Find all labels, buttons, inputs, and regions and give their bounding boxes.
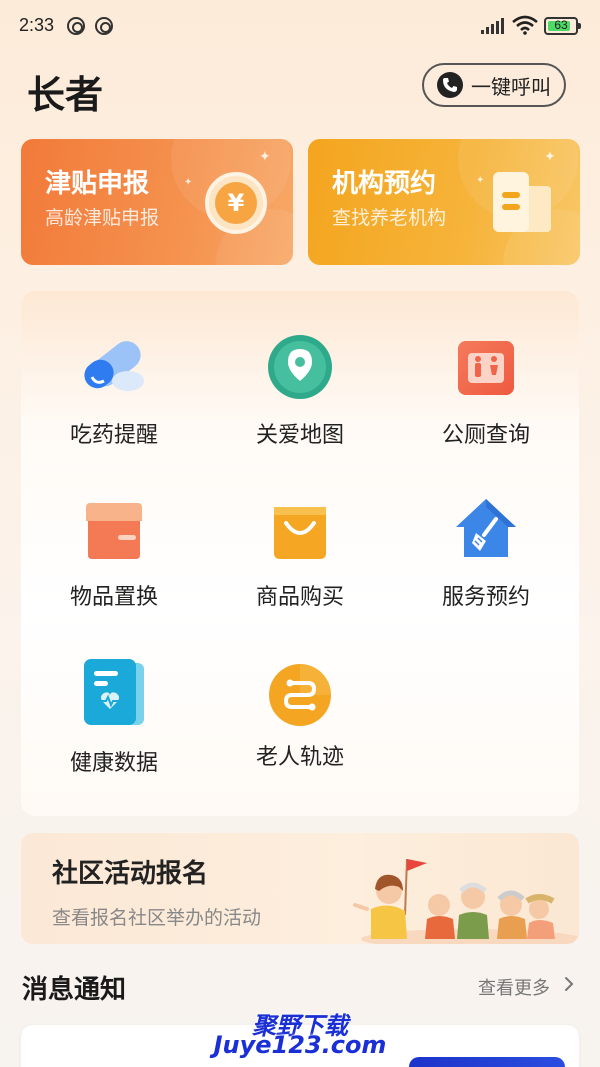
view-more-link[interactable]: 查看更多 [478, 974, 550, 1000]
battery-level: 63 [554, 18, 568, 32]
sparkle-icon: ✦ [259, 149, 271, 165]
service-label: 关爱地图 [255, 423, 344, 448]
sparkle-icon: ✦ [184, 177, 193, 188]
page-title: 长者 [27, 73, 104, 117]
sparkle-icon: ✦ [544, 149, 556, 165]
coin-icon: ¥ [205, 172, 267, 234]
route-icon [269, 664, 331, 726]
service-label: 老人轨迹 [255, 745, 344, 770]
call-button-label: 一键呼叫 [471, 74, 551, 99]
service-label: 健康数据 [69, 751, 158, 776]
box-icon [86, 503, 142, 559]
chevron-right-icon[interactable] [564, 976, 574, 992]
watermark-url: Juye123.com [213, 1031, 387, 1059]
institution-booking-card[interactable]: ✦ ✦ 机构预约 查找养老机构 [308, 139, 580, 265]
house-broom-icon [456, 499, 516, 557]
sparkle-icon: ✦ [476, 175, 485, 186]
service-grid: 吃药提醒 关爱地图 公厕查询 物品置换 商品购买 服务预约 健康数据 老人轨迹 [21, 291, 579, 816]
signal-icon [481, 18, 505, 34]
service-label: 物品置换 [69, 585, 158, 610]
subsidy-application-card[interactable]: ✦ ✦ 津贴申报 高龄津贴申报 ¥ [21, 139, 293, 265]
phone-icon [437, 72, 463, 98]
battery-icon: 63 [544, 17, 581, 35]
messages-section-title: 消息通知 [22, 975, 127, 1005]
map-pin-icon [268, 335, 332, 399]
restroom-icon [458, 341, 514, 395]
community-title: 社区活动报名 [52, 859, 209, 889]
card-subtitle: 高龄津贴申报 [45, 207, 160, 229]
health-report-icon [84, 659, 144, 725]
notification-icon [95, 17, 113, 35]
service-label: 吃药提醒 [69, 423, 158, 448]
shopping-bag-icon [274, 507, 326, 559]
service-care-map[interactable]: 关爱地图 [207, 331, 393, 481]
service-label: 服务预约 [441, 585, 530, 610]
service-label: 商品购买 [255, 585, 344, 610]
service-health-data[interactable]: 健康数据 [21, 657, 207, 807]
service-medication-reminder[interactable]: 吃药提醒 [21, 331, 207, 481]
card-subtitle: 查找养老机构 [332, 207, 447, 229]
card-title: 津贴申报 [45, 169, 150, 199]
wifi-icon [512, 15, 538, 35]
card-title: 机构预约 [332, 169, 437, 199]
pill-icon [84, 341, 144, 391]
notification-icon [67, 17, 85, 35]
service-shopping[interactable]: 商品购买 [207, 493, 393, 643]
service-label: 公厕查询 [441, 423, 530, 448]
service-item-exchange[interactable]: 物品置换 [21, 493, 207, 643]
elderly-group-illustration [353, 858, 579, 944]
community-activity-banner[interactable]: 社区活动报名 查看报名社区举办的活动 [21, 833, 579, 944]
service-elder-track[interactable]: 老人轨迹 [207, 657, 393, 807]
service-appointment[interactable]: 服务预约 [393, 493, 579, 643]
service-public-toilet[interactable]: 公厕查询 [393, 331, 579, 481]
status-time: 2:33 [19, 15, 55, 35]
status-bar: 2:33 63 [0, 0, 600, 52]
community-subtitle: 查看报名社区举办的活动 [52, 907, 262, 929]
one-key-call-button[interactable]: 一键呼叫 [422, 63, 566, 107]
building-icon [493, 172, 551, 232]
